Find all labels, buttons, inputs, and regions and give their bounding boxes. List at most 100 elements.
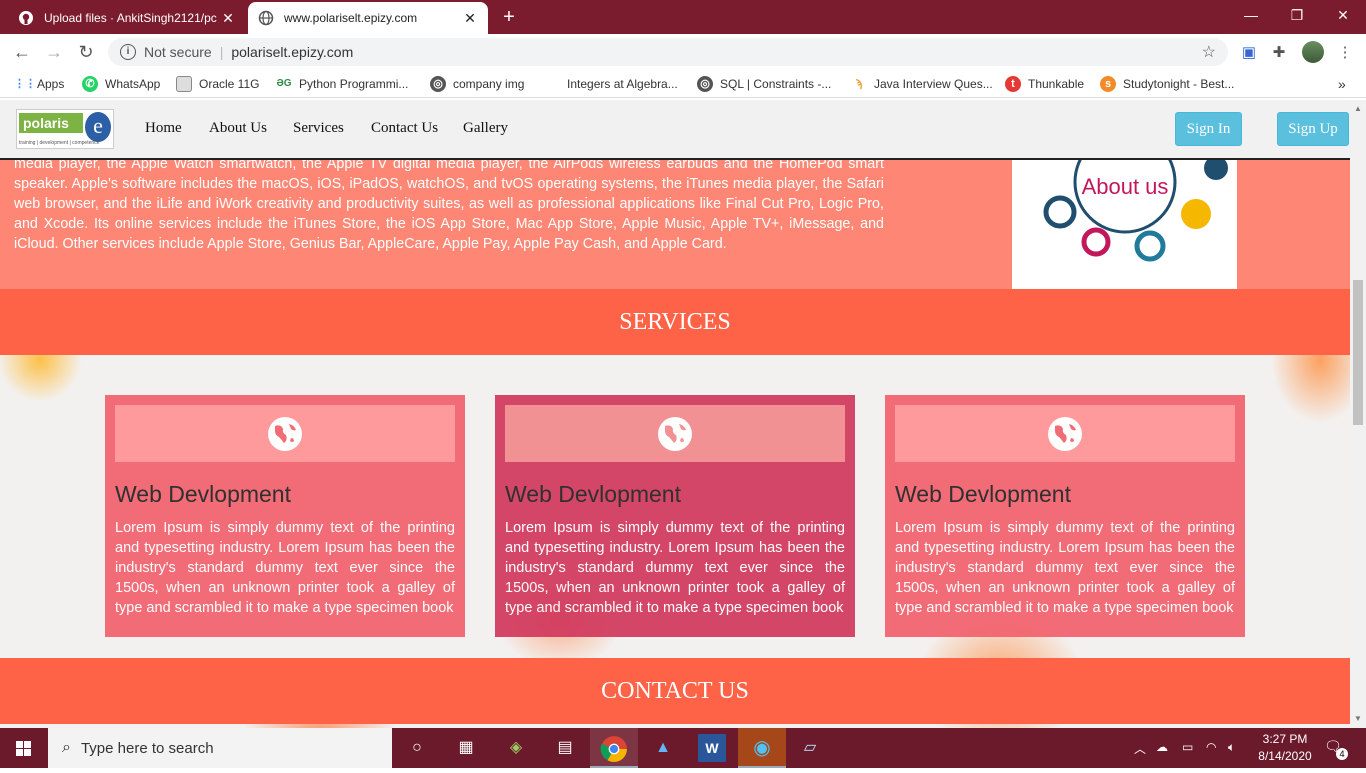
cloud-icon[interactable]: ☁ xyxy=(1156,740,1168,754)
address-bar[interactable]: i Not secure | polariselt.epizy.com ☆ xyxy=(108,38,1228,66)
service-card[interactable]: Web Devlopment Lorem Ipsum is simply dum… xyxy=(885,395,1245,637)
bookmark-label: Java Interview Ques... xyxy=(874,77,993,91)
close-tab-icon[interactable]: ✕ xyxy=(220,10,236,27)
wifi-icon[interactable]: ◠ xyxy=(1206,740,1216,754)
search-placeholder: Type here to search xyxy=(80,739,214,757)
url-text[interactable]: polariselt.epizy.com xyxy=(231,44,353,60)
bookmark-whatsapp[interactable]: ✆ WhatsApp xyxy=(82,76,160,92)
bookmark-sql[interactable]: ◎ SQL | Constraints -... xyxy=(697,76,831,92)
maximize-button[interactable]: ❐ xyxy=(1274,0,1320,30)
reload-icon[interactable]: ↻ xyxy=(74,40,98,64)
taskbar-search[interactable]: ⌕ Type here to search xyxy=(48,728,392,768)
bookmark-company-img[interactable]: ◎ company img xyxy=(430,76,524,92)
puzzle-icon[interactable]: ✚ xyxy=(1268,42,1290,64)
scroll-up-arrow-icon[interactable]: ▲ xyxy=(1354,104,1362,113)
page-icon xyxy=(176,76,192,92)
bookmark-label: Python Programmi... xyxy=(299,77,409,91)
nav-home[interactable]: Home xyxy=(145,120,182,137)
security-status[interactable]: Not secure xyxy=(144,44,212,60)
bookmark-label: company img xyxy=(453,77,525,91)
sign-up-button[interactable]: Sign Up xyxy=(1277,112,1349,146)
photos-icon[interactable]: ▲ xyxy=(649,734,677,762)
notes-icon[interactable]: ▱ xyxy=(796,734,824,762)
page-scrollbar[interactable]: ▲ ▼ xyxy=(1350,100,1366,728)
about-us-image: About us xyxy=(1012,160,1237,289)
bookmark-apps[interactable]: ⋮⋮ Apps xyxy=(14,76,64,92)
extension-icon[interactable]: ▣ xyxy=(1238,42,1260,64)
apps-grid-icon: ⋮⋮ xyxy=(14,78,36,90)
about-text: media player, the Apple Watch smartwatch… xyxy=(14,156,884,252)
chrome-icon[interactable] xyxy=(600,735,628,763)
scroll-down-arrow-icon[interactable]: ▼ xyxy=(1354,714,1362,723)
service-card[interactable]: Web Devlopment Lorem Ipsum is simply dum… xyxy=(105,395,465,637)
bookmark-star-icon[interactable]: ☆ xyxy=(1202,42,1216,62)
back-arrow-icon[interactable]: ← xyxy=(10,40,34,64)
close-window-button[interactable]: ✕ xyxy=(1320,0,1366,30)
word-icon[interactable]: W xyxy=(698,734,726,762)
tab-polariselt[interactable]: www.polariselt.epizy.com ✕ xyxy=(248,2,488,34)
whatsapp-icon: ✆ xyxy=(82,76,98,92)
github-icon xyxy=(19,11,33,25)
about-us-illustration: About us xyxy=(1043,160,1228,262)
minimize-button[interactable]: — xyxy=(1228,0,1274,30)
site-logo[interactable]: polaris e training | development | compe… xyxy=(16,109,114,149)
bookmarks-overflow-chevron[interactable]: » xyxy=(1338,76,1346,92)
card-title: Web Devlopment xyxy=(895,481,1071,507)
start-button[interactable] xyxy=(0,728,48,768)
edge-icon[interactable]: ◉ xyxy=(748,734,776,762)
media-app-icon[interactable]: ▦ xyxy=(452,734,480,762)
bookmark-label: Oracle 11G xyxy=(199,77,260,91)
bookmark-python[interactable]: ƏG Python Programmi... xyxy=(276,76,408,92)
android-studio-icon[interactable]: ◈ xyxy=(502,734,530,762)
blank-icon xyxy=(544,76,560,92)
menu-kebab-icon[interactable]: ⋮ xyxy=(1334,42,1356,64)
studytonight-icon: s xyxy=(1100,76,1116,92)
tab-upload-files[interactable]: Upload files · AnkitSingh2121/pc ✕ xyxy=(8,2,246,34)
volume-icon[interactable]: 🔈︎ xyxy=(1228,740,1235,755)
sign-in-button[interactable]: Sign In xyxy=(1175,112,1242,146)
info-icon[interactable]: i xyxy=(120,44,136,60)
scrollbar-thumb[interactable] xyxy=(1353,280,1363,425)
bookmark-integers[interactable]: Integers at Algebra... xyxy=(544,76,678,92)
globe-icon: ◎ xyxy=(697,76,713,92)
tab-title: www.polariselt.epizy.com xyxy=(284,11,418,25)
thunkable-icon: t xyxy=(1005,76,1021,92)
card-title: Web Devlopment xyxy=(115,481,291,507)
nav-contact-us[interactable]: Contact Us xyxy=(371,120,438,137)
show-hidden-icons-chevron[interactable]: ︿ xyxy=(1134,740,1146,757)
clock-time: 3:27 PM xyxy=(1262,732,1308,746)
logo-mark: e xyxy=(85,112,111,142)
globe-icon xyxy=(658,417,692,451)
avatar[interactable] xyxy=(1302,41,1324,63)
tab-title: Upload files · AnkitSingh2121/pc xyxy=(44,11,217,25)
nav-gallery[interactable]: Gallery xyxy=(463,120,508,137)
bookmarks-bar: ⋮⋮ Apps ✆ WhatsApp Oracle 11G ƏG Python Pro… xyxy=(0,70,1366,98)
new-tab-button[interactable]: + xyxy=(498,6,520,28)
bookmark-label: SQL | Constraints -... xyxy=(720,77,832,91)
system-clock[interactable]: 3:27 PM 8/14/2020 xyxy=(1250,731,1320,765)
java-icon: ϡ xyxy=(855,78,863,90)
browser-toolbar: ← → ↻ i Not secure | polariselt.epizy.co… xyxy=(0,34,1366,70)
nav-about-us[interactable]: About Us xyxy=(209,120,267,137)
globe-icon xyxy=(258,10,274,26)
store-icon[interactable]: ▤ xyxy=(551,734,579,762)
forward-arrow-icon[interactable]: → xyxy=(42,40,66,64)
battery-icon[interactable]: ▭ xyxy=(1182,740,1193,754)
bookmark-oracle[interactable]: Oracle 11G xyxy=(176,76,259,92)
card-icon-banner xyxy=(895,405,1235,462)
nav-services[interactable]: Services xyxy=(293,120,344,137)
bookmark-label: Studytonight - Best... xyxy=(1123,77,1235,91)
close-tab-icon[interactable]: ✕ xyxy=(462,10,478,27)
bookmark-label: WhatsApp xyxy=(105,77,161,91)
bookmark-label: Apps xyxy=(37,77,65,91)
card-title: Web Devlopment xyxy=(505,481,681,507)
bookmark-java[interactable]: ϡ Java Interview Ques... xyxy=(851,76,993,92)
logo-tagline: training | development | competence xyxy=(19,140,100,146)
bookmark-studytonight[interactable]: s Studytonight - Best... xyxy=(1100,76,1234,92)
site-navbar: polaris e training | development | compe… xyxy=(0,102,1350,160)
task-view-icon[interactable]: ○ xyxy=(403,734,431,762)
service-card[interactable]: Web Devlopment Lorem Ipsum is simply dum… xyxy=(495,395,855,637)
globe-icon xyxy=(1048,417,1082,451)
card-icon-banner xyxy=(115,405,455,462)
bookmark-thunkable[interactable]: t Thunkable xyxy=(1005,76,1084,92)
